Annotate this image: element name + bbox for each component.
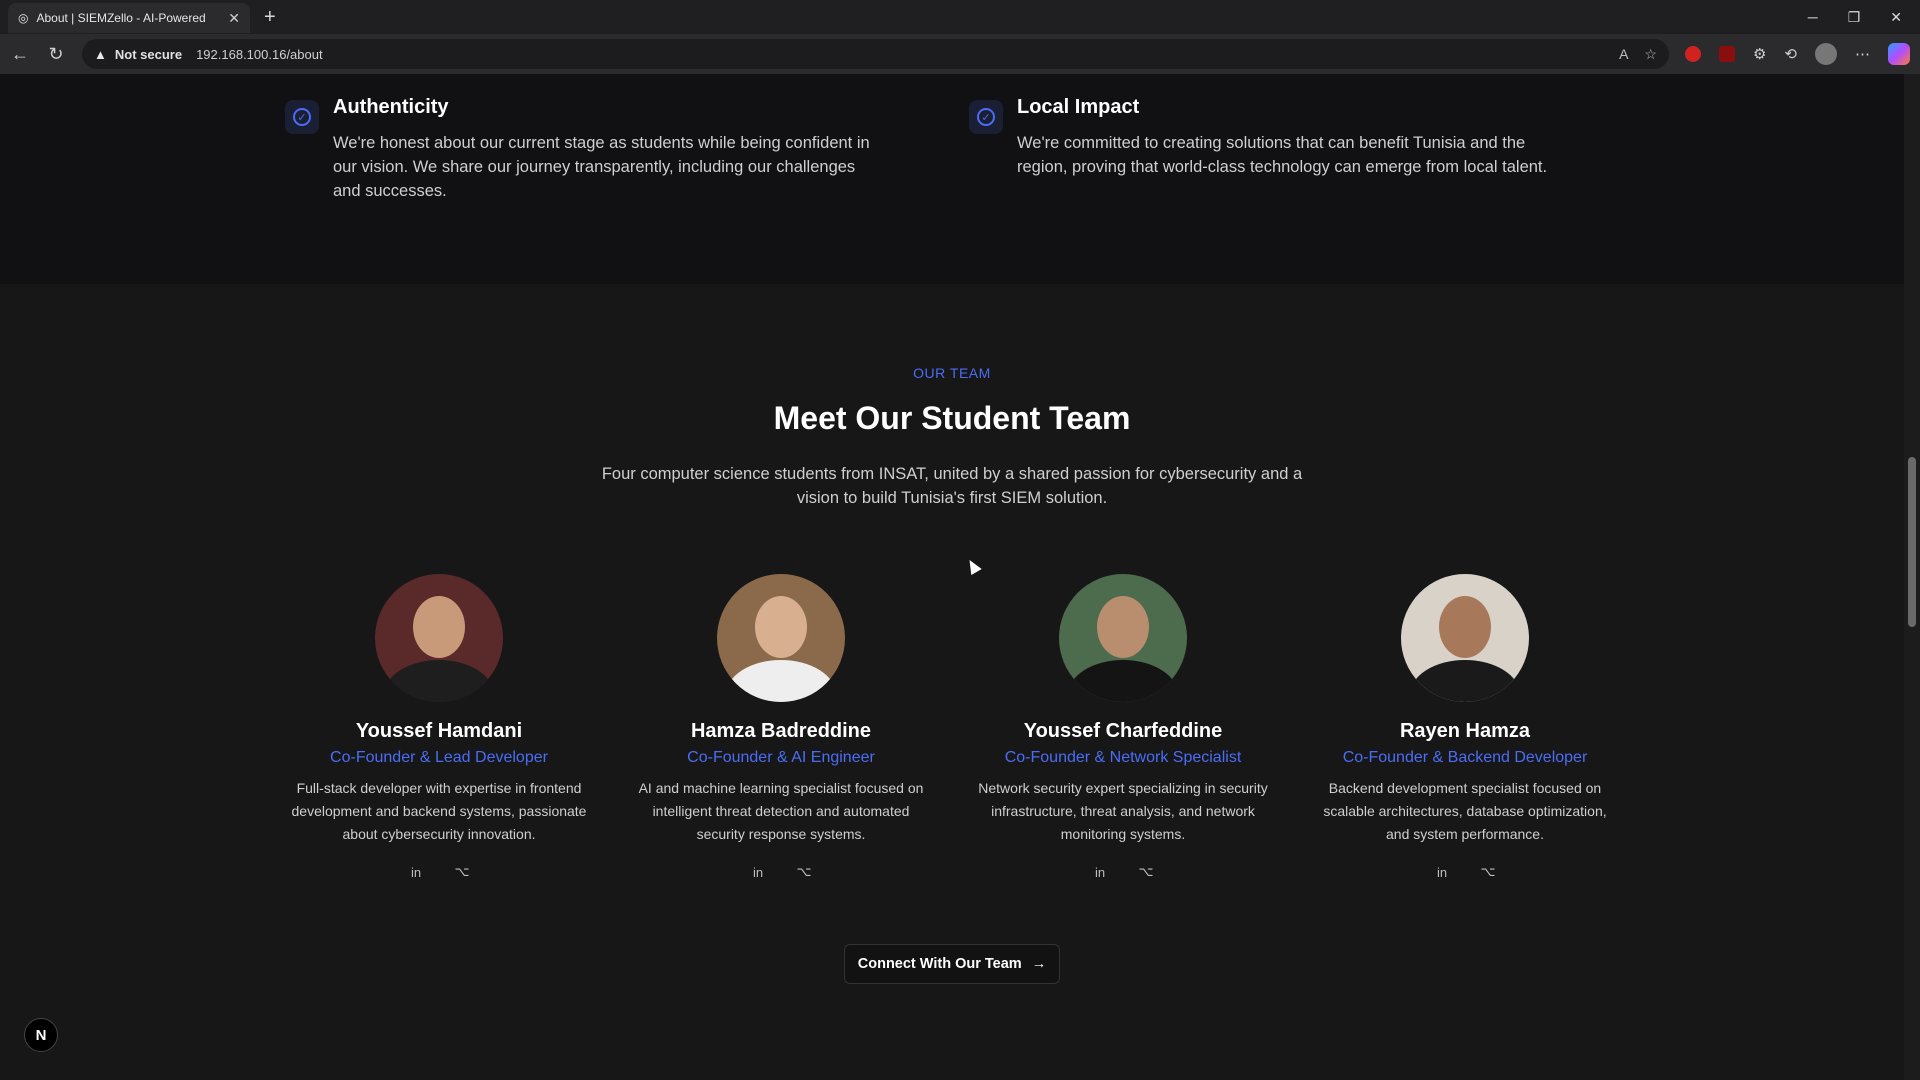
more-menu-icon[interactable]: ⋯ [1855,45,1870,63]
globe-icon: ◎ [18,11,29,25]
value-card-local-impact: ✓ Local Impact We're committed to creati… [969,96,1569,179]
extensions-puzzle-icon[interactable]: ⚙ [1753,45,1766,63]
linkedin-icon[interactable]: in [406,862,426,882]
member-name: Youssef Hamdani [355,720,523,742]
reload-button[interactable]: ↻ [46,44,66,65]
team-member-card: Rayen Hamza Co-Founder & Backend Develop… [1305,574,1625,882]
tab-bar: ◎ About | SIEMZello - AI-Powered ✕ + ─ ❐… [0,0,1920,34]
connect-team-button[interactable]: Connect With Our Team → [844,944,1060,984]
member-name: Rayen Hamza [1399,720,1531,742]
team-section: OUR TEAM Meet Our Student Team Four comp… [0,284,1904,1080]
url-text[interactable]: 192.168.100.16/about [196,47,323,62]
team-member-card: Youssef Charfeddine Co-Founder & Network… [963,574,1283,882]
copilot-icon[interactable] [1888,43,1910,65]
extension-red-icon[interactable] [1684,46,1701,62]
linkedin-icon[interactable]: in [1432,862,1452,882]
member-role: Co-Founder & Network Specialist [1004,749,1242,766]
member-avatar [1059,574,1187,702]
window-controls: ─ ❐ ✕ [1808,9,1920,26]
github-icon[interactable]: ⌥ [794,862,814,882]
github-icon[interactable]: ⌥ [1136,862,1156,882]
ublock-extension-icon[interactable] [1718,46,1735,62]
value-text: We're committed to creating solutions th… [1017,134,1548,176]
section-eyebrow: OUR TEAM [913,365,991,381]
profile-avatar[interactable] [1815,43,1837,65]
member-name: Youssef Charfeddine [1023,720,1223,742]
linkedin-icon[interactable]: in [1090,862,1110,882]
scrollbar-thumb[interactable] [1908,457,1916,627]
member-socials: in ⌥ [279,862,599,882]
omnibox[interactable]: ▲ Not secure 192.168.100.16/about A ☆ [82,39,1669,69]
address-bar: ← ↻ ▲ Not secure 192.168.100.16/about A … [0,34,1920,74]
member-avatar [717,574,845,702]
member-socials: in ⌥ [1305,862,1625,882]
nextjs-badge[interactable]: N [24,1018,58,1052]
member-socials: in ⌥ [963,862,1283,882]
restore-button[interactable]: ❐ [1848,9,1861,26]
value-title: Authenticity [333,96,449,118]
close-window-button[interactable]: ✕ [1890,9,1902,26]
page-content: ✓ Authenticity We're honest about our cu… [0,74,1904,1080]
check-circle-icon: ✓ [969,100,1003,134]
arrow-right-icon: → [1031,956,1047,972]
member-bio: Backend development specialist focused o… [1323,780,1607,842]
security-label[interactable]: Not secure [115,47,182,62]
browser-tab[interactable]: ◎ About | SIEMZello - AI-Powered ✕ [8,3,250,33]
read-aloud-icon[interactable]: A [1619,46,1628,63]
member-avatar [375,574,503,702]
history-icon[interactable]: ⟲ [1784,45,1797,63]
browser-toolbar: ⚙ ⟲ ⋯ [1684,43,1910,65]
cta-label: Connect With Our Team [857,956,1022,972]
member-bio: Full-stack developer with expertise in f… [291,780,587,842]
member-role: Co-Founder & Backend Developer [1342,749,1588,766]
new-tab-button[interactable]: + [264,6,276,29]
section-heading: Meet Our Student Team [773,400,1131,436]
member-socials: in ⌥ [621,862,941,882]
member-name: Hamza Badreddine [690,720,872,742]
github-icon[interactable]: ⌥ [1478,862,1498,882]
value-title: Local Impact [1017,96,1140,118]
check-circle-icon: ✓ [285,100,319,134]
value-text: We're honest about our current stage as … [333,134,870,200]
member-avatar [1401,574,1529,702]
team-member-card: Youssef Hamdani Co-Founder & Lead Develo… [279,574,599,882]
github-icon[interactable]: ⌥ [452,862,472,882]
member-role: Co-Founder & AI Engineer [687,749,875,766]
warning-icon: ▲ [94,46,107,62]
page-scrollbar[interactable] [1904,74,1920,1080]
team-member-card: Hamza Badreddine Co-Founder & AI Enginee… [621,574,941,882]
tab-title: About | SIEMZello - AI-Powered [36,11,206,25]
favorite-star-icon[interactable]: ☆ [1644,46,1657,63]
linkedin-icon[interactable]: in [748,862,768,882]
member-bio: Network security expert specializing in … [978,780,1268,842]
member-bio: AI and machine learning specialist focus… [638,780,924,842]
minimize-button[interactable]: ─ [1808,9,1818,26]
section-subtitle: Four computer science students from INSA… [601,465,1303,507]
values-section: ✓ Authenticity We're honest about our cu… [0,74,1904,284]
value-card-authenticity: ✓ Authenticity We're honest about our cu… [285,96,885,203]
back-button[interactable]: ← [10,44,30,65]
member-role: Co-Founder & Lead Developer [330,749,548,766]
browser-chrome: ◎ About | SIEMZello - AI-Powered ✕ + ─ ❐… [0,0,1920,74]
close-tab-icon[interactable]: ✕ [228,10,240,27]
